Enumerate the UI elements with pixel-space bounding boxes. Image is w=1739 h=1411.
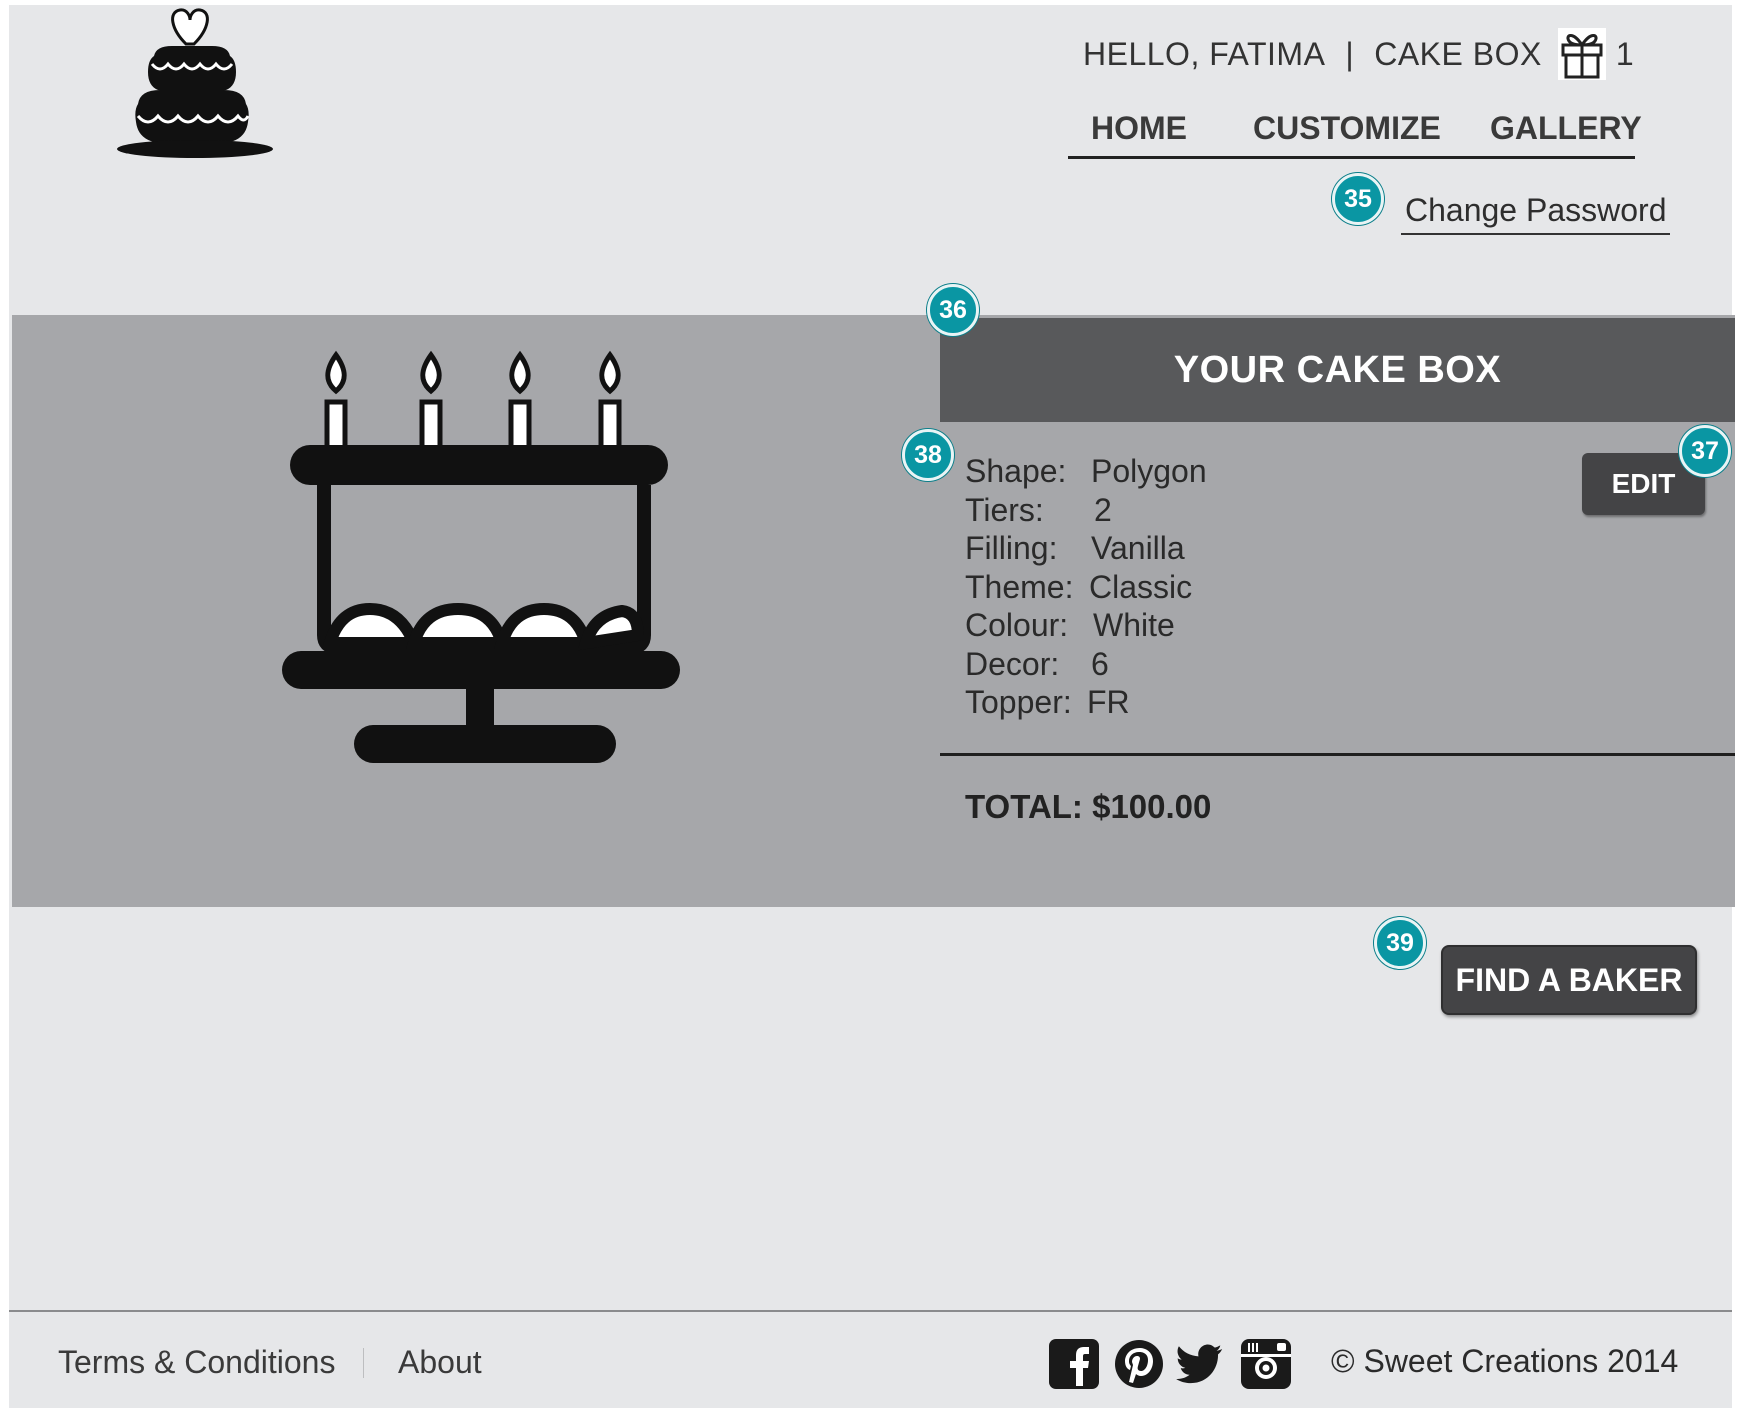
cake-logo-icon[interactable] (116, 4, 276, 160)
spec-label: Decor: (965, 645, 1060, 682)
terms-link[interactable]: Terms & Conditions (58, 1344, 335, 1381)
spec-value: Vanilla (1091, 530, 1185, 566)
annotation-badge: 39 (1374, 917, 1426, 969)
footer-divider (9, 1310, 1732, 1312)
cart-count: 1 (1615, 35, 1635, 72)
cake-specs: Shape: Polygon Tiers: 2 Filling: Vanilla… (965, 452, 1207, 722)
cake-box-link[interactable]: CAKE BOX (1374, 36, 1542, 73)
copyright-text: © Sweet Creations 2014 (1331, 1343, 1679, 1379)
spec-value: Classic (1089, 568, 1193, 605)
nav-home[interactable]: HOME (1091, 110, 1187, 147)
spec-value: White (1093, 607, 1175, 643)
annotation-badge: 38 (902, 429, 954, 481)
spec-label: Filling: (965, 530, 1058, 566)
gift-icon[interactable] (1557, 28, 1606, 80)
main-nav: HOME CUSTOMIZE GALLERY (1068, 104, 1642, 159)
annotation-badge: 36 (927, 284, 979, 336)
spec-label: Topper: (965, 684, 1072, 720)
annotation-badge: 37 (1679, 425, 1731, 477)
twitter-icon[interactable] (1174, 1338, 1226, 1390)
spec-decor: Decor: 6 (965, 645, 1207, 684)
spec-topper: Topper: FR (965, 683, 1207, 722)
spec-label: Shape: (965, 453, 1067, 489)
cake-box-title: YOUR CAKE BOX (940, 318, 1735, 422)
spec-value: 6 (1091, 645, 1109, 682)
spec-label: Colour: (965, 607, 1069, 643)
footer-separator (363, 1348, 364, 1378)
change-password-link[interactable]: Change Password (1401, 192, 1671, 235)
spec-value: 2 (1094, 491, 1112, 528)
annotation-badge: 35 (1332, 173, 1384, 225)
spec-theme: Theme: Classic (965, 568, 1207, 607)
spec-label: Theme: (965, 568, 1074, 605)
greeting-text[interactable]: HELLO, FATIMA (1083, 36, 1325, 73)
total-divider (940, 753, 1735, 756)
spec-label: Tiers: (965, 491, 1044, 528)
spec-shape: Shape: Polygon (965, 452, 1207, 491)
spec-value: FR (1087, 684, 1130, 720)
facebook-icon[interactable] (1048, 1338, 1100, 1390)
account-bar: HELLO, FATIMA | CAKE BOX 1 (1083, 28, 1635, 80)
total-price: TOTAL: $100.00 (965, 788, 1212, 825)
about-link[interactable]: About (398, 1344, 482, 1381)
spec-tiers: Tiers: 2 (965, 491, 1207, 530)
separator: | (1345, 35, 1355, 72)
spec-value: Polygon (1091, 453, 1207, 489)
pinterest-icon[interactable] (1113, 1338, 1165, 1390)
spec-filling: Filling: Vanilla (965, 529, 1207, 568)
cake-stand-illustration (282, 350, 680, 763)
nav-gallery[interactable]: GALLERY (1490, 110, 1642, 147)
instagram-icon[interactable] (1240, 1338, 1292, 1390)
nav-customize[interactable]: CUSTOMIZE (1253, 110, 1441, 147)
spec-colour: Colour: White (965, 606, 1207, 645)
find-a-baker-button[interactable]: FIND A BAKER (1441, 945, 1697, 1015)
